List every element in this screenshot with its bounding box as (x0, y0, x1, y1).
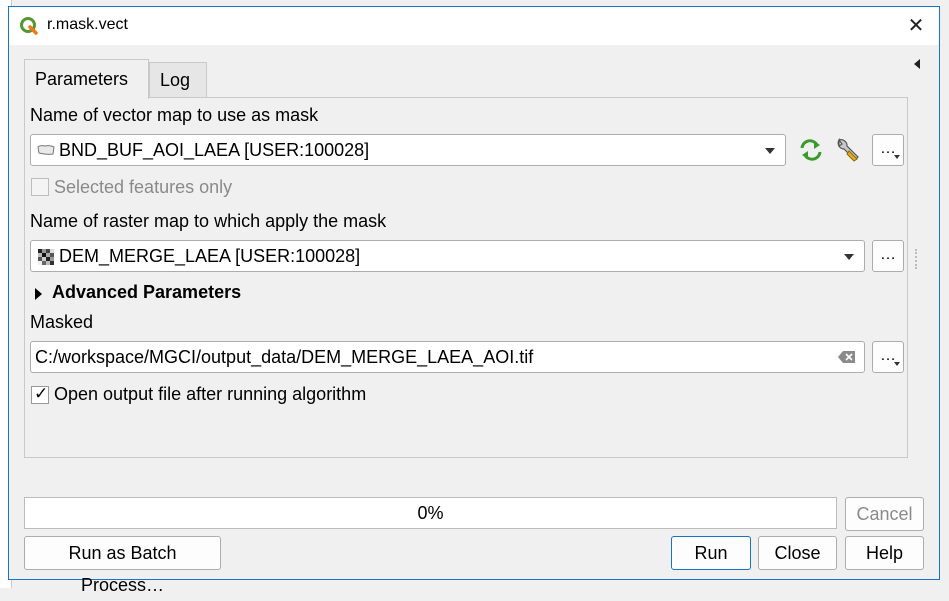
iterate-icon[interactable] (798, 138, 824, 162)
qgis-logo-icon (20, 17, 38, 35)
cancel-button[interactable]: Cancel (845, 497, 924, 531)
checkmark-icon: ✓ (34, 384, 49, 403)
clear-text-icon[interactable] (838, 350, 856, 364)
vector-map-combobox[interactable]: BND_BUF_AOI_LAEA [USER:100028] (30, 134, 786, 166)
close-window-button[interactable]: ✕ (903, 13, 929, 39)
selected-features-label: Selected features only (54, 177, 233, 197)
tab-log-label: Log (160, 70, 191, 90)
chevron-down-icon (894, 362, 900, 366)
progress-bar: 0% (24, 497, 837, 529)
masked-label: Masked (30, 312, 94, 332)
vector-options-button[interactable]: … (872, 134, 904, 166)
raster-map-combobox[interactable]: DEM_MERGE_LAEA [USER:100028] (30, 240, 865, 272)
splitter-handle[interactable] (915, 249, 919, 269)
chevron-down-icon (894, 155, 900, 159)
output-options-button[interactable]: … (872, 341, 904, 373)
advanced-parameters-toggle[interactable]: Advanced Parameters (52, 282, 241, 303)
dots-label: … (880, 246, 896, 263)
raster-map-value: DEM_MERGE_LAEA [USER:100028] (59, 246, 361, 266)
raster-layer-icon (38, 249, 54, 265)
run-batch-button[interactable]: Run as Batch Process… (24, 536, 221, 595)
tab-parameters[interactable]: Parameters (24, 59, 149, 99)
parameters-panel: Name of vector map to use as mask BND_BU… (24, 97, 908, 458)
help-button[interactable]: Help (845, 536, 924, 570)
window-title: r.mask.vect (47, 16, 128, 33)
close-button[interactable]: Close (758, 536, 837, 570)
open-output-checkbox[interactable]: ✓ (31, 384, 49, 404)
expand-triangle-icon[interactable] (35, 288, 42, 300)
raster-browse-button[interactable]: … (872, 240, 904, 272)
run-button[interactable]: Run (671, 536, 751, 570)
chevron-down-icon (765, 148, 775, 154)
title-bar: r.mask.vect ✕ (9, 7, 939, 45)
dialog-window: r.mask.vect ✕ Parameters Log Name of vec… (8, 6, 940, 595)
raster-map-label: Name of raster map to which apply the ma… (30, 211, 387, 231)
collapse-panel-arrow-icon[interactable] (911, 57, 923, 71)
polygon-layer-icon (37, 145, 55, 155)
vector-map-value: BND_BUF_AOI_LAEA [USER:100028] (59, 140, 370, 160)
tab-parameters-label: Parameters (35, 69, 129, 89)
selected-features-checkbox[interactable] (31, 178, 49, 196)
wrench-icon[interactable] (834, 137, 862, 163)
progress-text: 0% (417, 503, 444, 523)
vector-map-label: Name of vector map to use as mask (30, 105, 319, 125)
masked-output-value: C:/workspace/MGCI/output_data/DEM_MERGE_… (35, 347, 534, 367)
open-output-label: Open output file after running algorithm (54, 384, 367, 404)
masked-output-field[interactable]: C:/workspace/MGCI/output_data/DEM_MERGE_… (30, 341, 865, 373)
tab-log[interactable]: Log (149, 62, 207, 97)
chevron-down-icon (844, 254, 854, 260)
